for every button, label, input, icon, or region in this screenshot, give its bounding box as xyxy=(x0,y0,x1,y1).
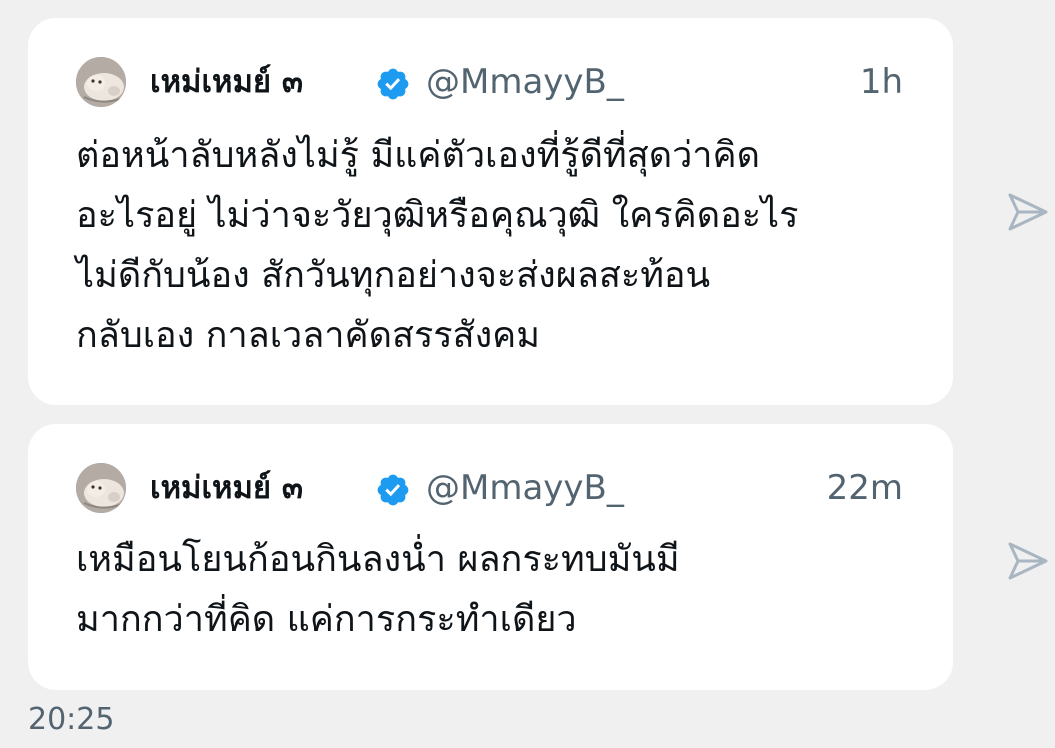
tweet-text: ต่อหน้าลับหลังไม่รู้ มีแค่ตัวเองที่รู้ดี… xyxy=(76,126,926,366)
author-name[interactable]: เหม่เหมย์ ๓ xyxy=(150,60,303,104)
tweet-header: เหม่เหมย์ ๓ @MmayyB_ 22m xyxy=(76,463,903,513)
message-time: 20:25 xyxy=(28,702,115,737)
tweet-timestamp[interactable]: 1h xyxy=(860,60,903,104)
tweet-card[interactable]: เหม่เหมย์ ๓ @MmayyB_ 1h ต่อหน้าลับหลังไม… xyxy=(28,18,953,405)
author-handle[interactable]: @MmayyB_ xyxy=(426,60,624,104)
tweet-header: เหม่เหมย์ ๓ @MmayyB_ 1h xyxy=(76,57,903,107)
author-handle[interactable]: @MmayyB_ xyxy=(426,466,624,510)
tweet-text-line: อะไรอยู่ ไม่ว่าจะวัยวุฒิหรือคุณวุฒิ ใครค… xyxy=(76,195,799,236)
tweet-timestamp[interactable]: 22m xyxy=(827,466,903,510)
tweet-text-line: มากกว่าที่คิด แค่การกระทำเดียว xyxy=(76,599,577,640)
tweet-text-line: ต่อหน้าลับหลังไม่รู้ มีแค่ตัวเองที่รู้ดี… xyxy=(76,135,760,176)
tweet-text: เหมือนโยนก้อนกินลงน่ำ ผลกระทบมันมี มากกว… xyxy=(76,530,926,650)
verified-badge-icon xyxy=(377,68,409,100)
tweet-text-line: กลับเอง กาลเวลาคัดสรรสังคม xyxy=(76,315,540,356)
avatar[interactable] xyxy=(76,463,126,513)
tweet-card[interactable]: เหม่เหมย์ ๓ @MmayyB_ 22m เหมือนโยนก้อนกิ… xyxy=(28,424,953,690)
author-name[interactable]: เหม่เหมย์ ๓ xyxy=(150,466,303,510)
share-arrow-icon[interactable] xyxy=(1004,538,1050,584)
verified-badge-icon xyxy=(377,474,409,506)
tweet-text-line: ไม่ดีกับน้อง สักวันทุกอย่างจะส่งผลสะท้อน xyxy=(76,255,711,296)
share-arrow-icon[interactable] xyxy=(1004,189,1050,235)
avatar[interactable] xyxy=(76,57,126,107)
tweet-text-line: เหมือนโยนก้อนกินลงน่ำ ผลกระทบมันมี xyxy=(76,539,680,580)
